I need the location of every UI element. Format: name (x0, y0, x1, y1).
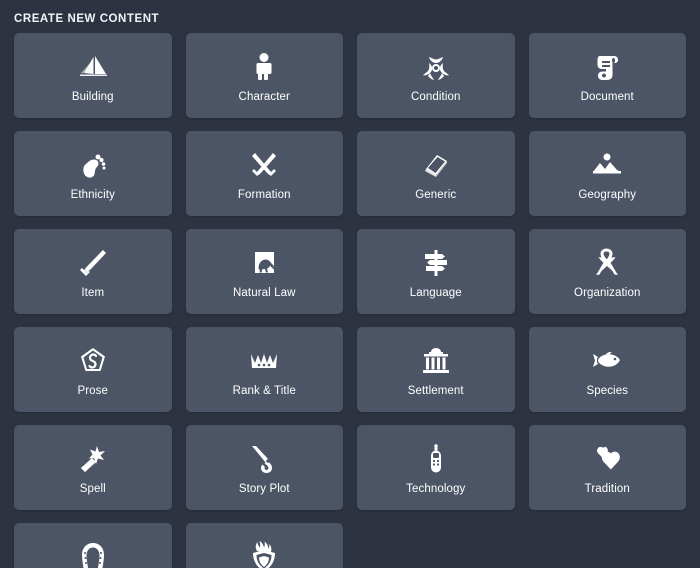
book-icon (419, 148, 453, 182)
content-type-card-rank-title[interactable]: Rank & Title (185, 327, 343, 412)
content-type-card-generic[interactable]: Generic (357, 131, 515, 216)
content-type-card-spell[interactable]: Spell (14, 425, 172, 510)
content-type-label: Tradition (584, 482, 630, 495)
content-type-card-document[interactable]: Document (528, 33, 686, 118)
mountains-sun-icon (590, 148, 624, 182)
content-type-label: Natural Law (233, 286, 296, 299)
pentagon-swirl-icon (76, 344, 110, 378)
signpost-icon (419, 246, 453, 280)
content-type-card-formation[interactable]: Formation (185, 131, 343, 216)
content-type-label: Language (409, 286, 462, 299)
content-type-card-tradition[interactable]: Tradition (528, 425, 686, 510)
content-type-card-species[interactable]: Species (528, 327, 686, 412)
content-type-card-technology[interactable]: Technology (357, 425, 515, 510)
sword-icon (76, 246, 110, 280)
content-type-label: Species (586, 384, 629, 397)
magic-wand-icon (76, 442, 110, 476)
content-type-card-prose[interactable]: Prose (14, 327, 172, 412)
content-type-label: Generic (415, 188, 457, 201)
content-type-card-language[interactable]: Language (357, 229, 515, 314)
content-type-card-settlement[interactable]: Settlement (357, 327, 515, 412)
content-type-label: Story Plot (238, 482, 290, 495)
content-type-card-condition[interactable]: Condition (357, 33, 515, 118)
content-type-label: Document (580, 90, 634, 103)
content-type-card-item[interactable]: Item (14, 229, 172, 314)
content-type-card-vehicle[interactable]: Vehicle (14, 523, 172, 568)
content-type-label: Technology (406, 482, 466, 495)
content-type-label: Geography (578, 188, 637, 201)
cave-painting-icon (247, 246, 281, 280)
classical-building-icon (419, 344, 453, 378)
content-type-card-geography[interactable]: Geography (528, 131, 686, 216)
content-type-label: Ethnicity (70, 188, 115, 201)
fish-icon (590, 344, 624, 378)
content-type-label: Organization (574, 286, 641, 299)
content-type-label: Rank & Title (232, 384, 296, 397)
create-new-content-panel: CREATE NEW CONTENT Building Character Cond… (0, 0, 700, 568)
content-type-card-character[interactable]: Character (185, 33, 343, 118)
person-icon (247, 50, 281, 84)
scroll-icon (590, 50, 624, 84)
content-type-card-building[interactable]: Building (14, 33, 172, 118)
crown-icon (247, 344, 281, 378)
content-type-label: Item (81, 286, 105, 299)
content-type-grid: Building Character Condition Document Ethnic… (14, 33, 686, 568)
content-type-label: Formation (237, 188, 291, 201)
crossed-swords-icon (247, 148, 281, 182)
ankh-cross-icon (590, 246, 624, 280)
content-type-label: Spell (79, 482, 106, 495)
content-type-card-rpg-report[interactable]: RPG Report (185, 523, 343, 568)
content-type-label: Character (238, 90, 290, 103)
content-type-card-ethnicity[interactable]: Ethnicity (14, 131, 172, 216)
horseshoe-icon (76, 540, 110, 568)
two-hearts-icon (590, 442, 624, 476)
biohazard-icon (419, 50, 453, 84)
remote-device-icon (419, 442, 453, 476)
page-title: CREATE NEW CONTENT (14, 13, 160, 25)
content-type-card-story-plot[interactable]: Story Plot (185, 425, 343, 510)
content-type-label: Building (71, 90, 114, 103)
hook-icon (247, 442, 281, 476)
content-type-card-natural-law[interactable]: Natural Law (185, 229, 343, 314)
pyramid-icon (76, 50, 110, 84)
content-type-label: Settlement (407, 384, 464, 397)
content-type-label: Condition (411, 90, 461, 103)
footprint-icon (76, 148, 110, 182)
flaming-shield-icon (247, 540, 281, 568)
content-type-label: Prose (77, 384, 109, 397)
content-type-card-organization[interactable]: Organization (528, 229, 686, 314)
